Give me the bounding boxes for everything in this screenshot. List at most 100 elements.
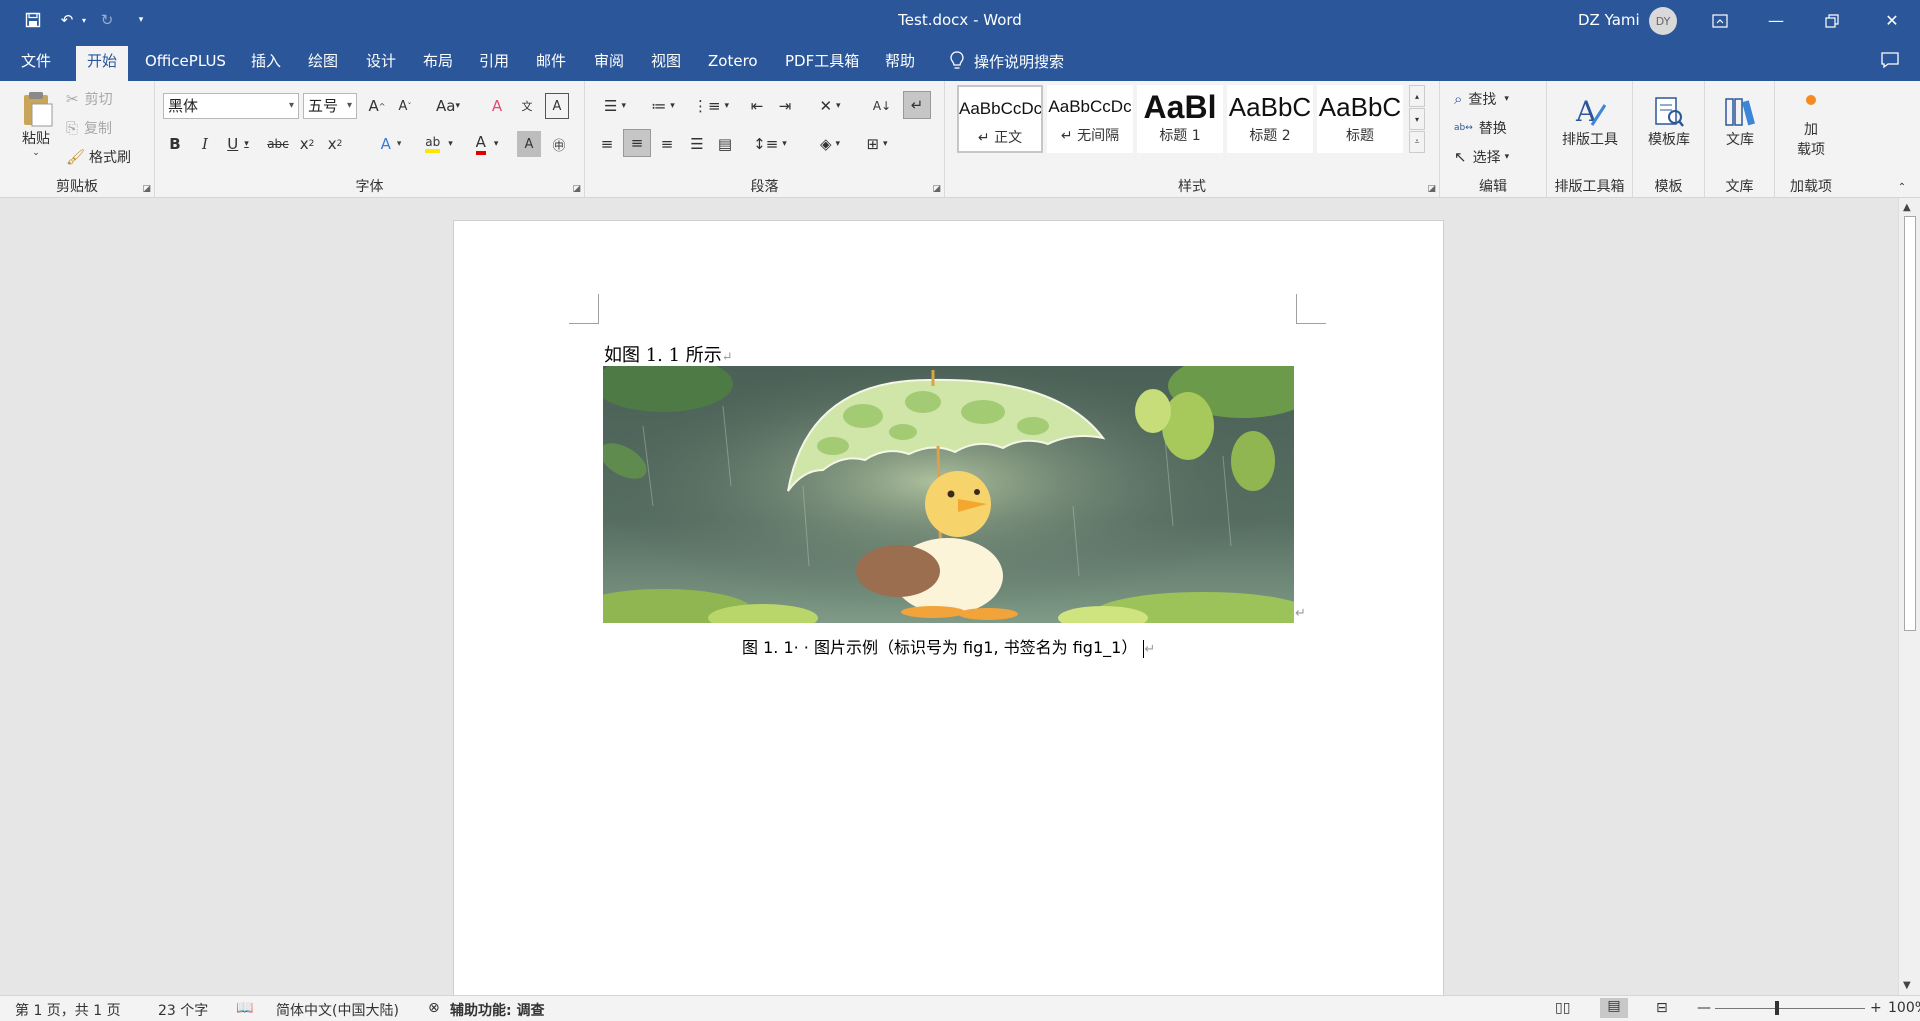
style-normal[interactable]: AaBbCcDc ↵ 正文 [957,85,1043,153]
chinese-layout-icon[interactable]: ✕ ▾ [810,93,850,119]
line-spacing-icon[interactable]: ↕≡ ▾ [750,131,790,157]
scrollbar-thumb[interactable] [1904,216,1916,631]
cut-button[interactable]: ✂ 剪切 [66,87,113,111]
decrease-indent-icon[interactable]: ⇤ [745,93,769,119]
save-icon[interactable] [20,8,46,32]
tab-file[interactable]: 文件 [10,41,62,81]
select-button[interactable]: ↖ 选择 ▾ [1454,145,1509,169]
style-heading-2[interactable]: AaBbC 标题 2 [1227,85,1313,153]
font-launcher-icon[interactable]: ◪ [572,184,581,194]
replace-button[interactable]: ab↔ 替换 [1454,116,1507,140]
multilevel-list-icon[interactable]: ⋮≡ ▾ [691,93,731,119]
style-title[interactable]: AaBbC 标题 [1317,85,1403,153]
align-center-icon[interactable]: ≡ [623,129,651,157]
tab-mailings[interactable]: 邮件 [525,41,577,81]
clear-formatting-icon[interactable]: A [485,93,509,119]
enclose-characters-icon[interactable]: ㊥ [547,131,571,157]
distributed-icon[interactable]: ▤ [713,131,737,157]
font-name-combo[interactable]: 黑体 ▾ [163,93,299,119]
redo-icon[interactable]: ↻ [94,8,120,32]
show-formatting-marks-icon[interactable]: ↵ [903,91,931,119]
tab-references[interactable]: 引用 [468,41,520,81]
scroll-up-icon[interactable]: ▲ [1903,202,1911,213]
character-border-icon[interactable]: A [545,93,569,119]
justify-icon[interactable]: ☰ [685,131,709,157]
paste-button[interactable]: 粘贴 ⌄ [14,87,58,161]
tab-review[interactable]: 审阅 [583,41,635,81]
paragraph-launcher-icon[interactable]: ◪ [932,184,941,194]
phonetic-guide-icon[interactable]: 文 [515,93,539,119]
close-icon[interactable]: ✕ [1864,0,1920,41]
figure-caption[interactable]: 图 1. 1· · 图片示例（标识号为 fig1, 书签名为 fig1_1） ↵ [742,634,1155,658]
zoom-level[interactable]: 100% [1888,1000,1920,1016]
figure-image[interactable] [603,366,1294,623]
align-left-icon[interactable]: ≡ [595,131,619,157]
tab-design[interactable]: 设计 [355,41,407,81]
word-count[interactable]: 23 个字 [158,1000,208,1020]
style-heading-1[interactable]: AaBl 标题 1 [1137,85,1223,153]
italic-icon[interactable]: I [193,131,217,157]
restore-icon[interactable] [1804,0,1860,41]
language[interactable]: 简体中文(中国大陆) [276,1000,399,1020]
tab-zotero[interactable]: Zotero [697,41,769,81]
style-no-spacing[interactable]: AaBbCcDc ↵ 无间隔 [1047,85,1133,153]
scroll-down-icon[interactable]: ▼ [1903,980,1911,991]
addins-button[interactable]: 加 载项 [1779,87,1843,167]
character-shading-icon[interactable]: A [517,131,541,157]
bullets-icon[interactable]: ☰ ▾ [595,93,635,119]
vertical-scrollbar[interactable]: ▲ ▼ [1898,198,1920,995]
tell-me-search[interactable]: 操作说明搜索 [950,41,1064,81]
print-layout-icon[interactable]: ▤ [1600,998,1628,1018]
bold-icon[interactable]: B [163,131,187,157]
avatar[interactable]: DY [1649,7,1677,35]
change-case-icon[interactable]: Aa ▾ [430,93,466,119]
tab-pdf-toolbox[interactable]: PDF工具箱 [774,41,870,81]
grow-font-icon[interactable]: A ^ [365,93,389,119]
subscript-icon[interactable]: x2 [295,131,319,157]
undo-dropdown-icon[interactable]: ▾ [82,16,86,25]
tab-officeplus[interactable]: OfficePLUS [134,41,237,81]
typesetting-tools-button[interactable]: A 排版工具 [1551,87,1629,157]
minimize-icon[interactable]: — [1748,0,1804,41]
sort-icon[interactable]: A↓ [870,93,894,119]
zoom-slider-thumb[interactable] [1775,1001,1779,1015]
font-size-combo[interactable]: 五号 ▾ [303,93,357,119]
accessibility-icon[interactable]: ⊗ [428,1000,440,1016]
customize-qat-icon[interactable]: ▾ [128,8,154,32]
shrink-font-icon[interactable]: Aˇ [393,93,417,119]
increase-indent-icon[interactable]: ⇥ [773,93,797,119]
zoom-slider-track[interactable] [1715,1008,1865,1009]
tab-help[interactable]: 帮助 [874,41,926,81]
find-button[interactable]: ⌕ 查找 ▾ [1454,87,1509,111]
accessibility-status[interactable]: 辅助功能: 调查 [450,1000,544,1020]
highlight-color-icon[interactable]: ab ▾ [419,131,459,157]
ribbon-display-options-icon[interactable] [1692,0,1748,41]
format-painter-button[interactable]: 🖌 格式刷 [66,145,131,169]
styles-launcher-icon[interactable]: ◪ [1427,184,1436,194]
user-name[interactable]: DZ Yami [1578,11,1640,29]
undo-icon[interactable]: ↶ [54,8,80,32]
web-layout-icon[interactable]: ⊟ [1656,1000,1668,1016]
tab-layout[interactable]: 布局 [412,41,464,81]
underline-icon[interactable]: U ▾ [221,131,255,157]
styles-scroll-up-icon[interactable]: ▴ [1409,85,1425,107]
template-library-button[interactable]: 模板库 [1637,87,1701,157]
borders-icon[interactable]: ⊞ ▾ [857,131,897,157]
page-count[interactable]: 第 1 页，共 1 页 [15,1000,121,1020]
tab-insert[interactable]: 插入 [240,41,292,81]
text-effects-icon[interactable]: A ▾ [373,131,409,157]
read-mode-icon[interactable]: ▯▯ [1555,1000,1570,1016]
styles-more-icon[interactable]: ⩡ [1409,131,1425,153]
styles-scroll-down-icon[interactable]: ▾ [1409,108,1425,130]
tab-home[interactable]: 开始 [76,46,129,81]
comments-icon[interactable] [1880,51,1900,73]
zoom-out-icon[interactable]: — [1697,1000,1711,1016]
body-paragraph[interactable]: 如图 1. 1 所示↵ [604,341,733,367]
numbering-icon[interactable]: ≔ ▾ [643,93,683,119]
tab-view[interactable]: 视图 [640,41,692,81]
clipboard-launcher-icon[interactable]: ◪ [142,184,151,194]
align-right-icon[interactable]: ≡ [655,131,679,157]
proofing-icon[interactable]: 📖 [236,1000,253,1016]
collapse-ribbon-icon[interactable]: ⌃ [1894,179,1910,195]
font-color-icon[interactable]: A ▾ [467,131,507,157]
